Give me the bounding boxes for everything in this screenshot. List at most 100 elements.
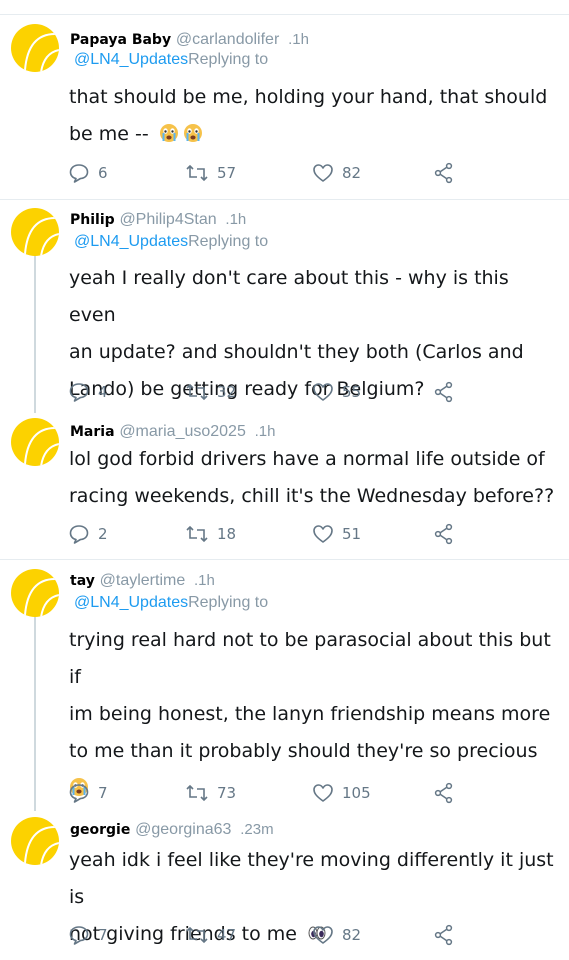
tweet-header: georgie @georgina63 .23m [70,820,274,839]
user-handle[interactable]: @maria_uso2025 [119,423,246,440]
user-handle[interactable]: @Philip4Stan [119,211,216,228]
timestamp[interactable]: .1h [194,572,215,589]
tweet-actions: 7 73 105 [68,781,468,805]
tweet-header: Maria @maria_uso2025 .1h [70,422,276,441]
tweet-text-line: im being honest, the lanyn friendship me… [69,703,551,725]
reply-icon [69,784,89,803]
reply-count: 7 [98,926,108,944]
reply-button[interactable]: 7 [68,781,108,805]
tweet-text-line: lol god forbid drivers have a normal lif… [69,448,545,470]
previous-tweet-cutoff [0,0,569,6]
timestamp[interactable]: .1h [288,31,309,48]
retweet-icon [186,383,208,401]
avatar[interactable] [11,418,59,466]
reply-button[interactable]: 6 [68,161,108,185]
tweet-header: tay @taylertime .1h [70,571,215,590]
replying-to: @LN4_UpdatesReplying to [74,233,268,251]
heart-icon [313,383,333,401]
user-handle[interactable]: @georgina63 [135,821,231,838]
avatar[interactable] [11,817,59,865]
timestamp[interactable]: .1h [225,211,246,228]
retweet-button[interactable]: 57 [185,161,236,185]
reply-count: 4 [98,383,108,401]
like-count: 82 [342,926,362,944]
divider [0,559,569,560]
avatar[interactable] [11,208,59,256]
reply-count: 2 [98,525,108,543]
heart-icon [313,525,333,543]
avatar[interactable] [11,24,59,72]
share-button[interactable] [433,380,455,404]
tweet-actions: 2 18 51 [68,522,468,546]
retweet-button[interactable]: 47 [185,923,236,947]
reply-mention-link[interactable]: @LN4_Updates [74,594,188,611]
tweet-text-line: yeah I really don't care about this - wh… [69,267,509,326]
user-handle[interactable]: @carlandolifer [176,31,279,48]
display-name[interactable]: Philip [70,212,115,228]
tweet-text-line: yeah idk i feel like they're moving diff… [69,849,554,908]
timestamp[interactable]: .23m [240,821,273,838]
replying-to-label: Replying to [188,51,269,68]
retweet-count: 73 [217,784,237,802]
like-button[interactable]: 55 [312,380,361,404]
tweet-actions: 7 47 82 [68,923,468,947]
retweet-count: 32 [217,383,237,401]
avatar[interactable] [11,569,59,617]
reply-button[interactable]: 2 [68,522,108,546]
replying-to: @LN4_UpdatesReplying to [74,51,268,69]
share-icon [434,924,453,946]
retweet-count: 47 [217,926,237,944]
like-button[interactable]: 51 [312,522,361,546]
share-icon [434,523,453,545]
reply-icon [69,164,89,183]
like-button[interactable]: 105 [312,781,371,805]
tweet-text-line: an update? and shouldn't they both (Carl… [69,341,524,363]
heart-icon [313,164,333,182]
like-count: 82 [342,164,362,182]
reply-button[interactable]: 4 [68,380,108,404]
timestamp[interactable]: .1h [255,423,276,440]
display-name[interactable]: tay [70,573,95,589]
reply-mention-link[interactable]: @LN4_Updates [74,51,188,68]
tweet-header: Philip @Philip4Stan .1h [70,210,246,229]
tweet-text-line: trying real hard not to be parasocial ab… [69,629,551,688]
share-button[interactable] [433,781,455,805]
retweet-icon [186,784,208,802]
tweet-text-line: racing weekends, chill it's the Wednesda… [69,485,555,507]
display-name[interactable]: Papaya Baby [70,32,171,48]
crying-face-emoji [183,124,202,142]
reply-mention-link[interactable]: @LN4_Updates [74,233,188,250]
heart-icon [313,926,333,944]
replying-to-label: Replying to [188,233,269,250]
reply-icon [69,525,89,544]
reply-button[interactable]: 7 [68,923,108,947]
like-count: 105 [342,784,371,802]
tweet-text-line: be me -- [69,123,155,145]
tweet-text: that should be me, holding your hand, th… [69,79,561,153]
share-button[interactable] [433,923,455,947]
like-button[interactable]: 82 [312,923,361,947]
reply-icon [69,383,89,402]
retweet-button[interactable]: 18 [185,522,236,546]
divider [0,199,569,200]
display-name[interactable]: georgie [70,822,130,838]
reply-count: 7 [98,784,108,802]
retweet-count: 57 [217,164,237,182]
tweet-text-line: that should be me, holding your hand, th… [69,86,548,108]
tweet-actions: 4 32 55 [68,380,468,404]
retweet-button[interactable]: 73 [185,781,236,805]
share-icon [434,381,453,403]
retweet-count: 18 [217,525,237,543]
like-button[interactable]: 82 [312,161,361,185]
like-count: 51 [342,525,362,543]
retweet-icon [186,926,208,944]
display-name[interactable]: Maria [70,424,115,440]
share-button[interactable] [433,522,455,546]
share-icon [434,162,453,184]
retweet-button[interactable]: 32 [185,380,236,404]
share-button[interactable] [433,161,455,185]
tweet-text: trying real hard not to be parasocial ab… [69,622,561,807]
thread-line [34,615,36,811]
user-handle[interactable]: @taylertime [100,572,186,589]
retweet-icon [186,525,208,543]
